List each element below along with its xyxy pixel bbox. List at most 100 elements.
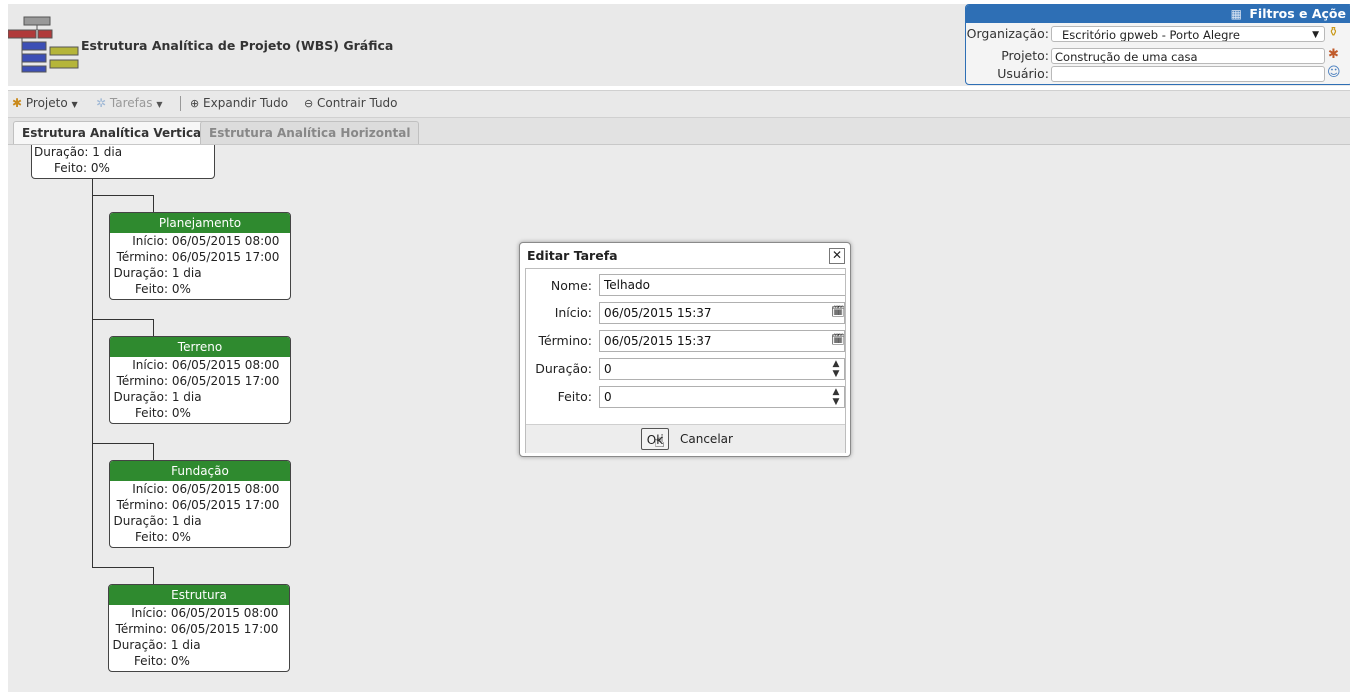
node-end-row: Término: 06/05/2015 17:00 — [109, 621, 289, 637]
connector-line — [153, 443, 154, 460]
start-date-value: 06/05/2015 15:37 — [604, 306, 712, 320]
duration-label: Duração: — [113, 390, 168, 404]
duration-label: Duração: — [113, 514, 168, 528]
duration-label: Duração: — [113, 266, 168, 280]
duration-label: Duração: — [34, 145, 89, 159]
end-value: 06/05/2015 17:00 — [170, 622, 279, 636]
calendar-icon[interactable]: 🗓 — [831, 305, 845, 319]
node-start-row: Início: 06/05/2015 08:00 — [110, 357, 290, 373]
root-duration-row: Duração: 1 dia — [34, 145, 122, 160]
project-icon: ✱ — [12, 96, 23, 110]
node-end-row: Término: 06/05/2015 17:00 — [110, 373, 290, 389]
connector-line — [92, 179, 93, 567]
done-label: Feito: — [133, 654, 167, 668]
connector-line — [153, 195, 154, 212]
done-label: Feito: — [134, 282, 168, 296]
tasks-icon: ✲ — [96, 96, 107, 110]
filters-header[interactable]: ▦ Filtros e Açõe — [966, 5, 1350, 23]
start-label: Início: — [132, 358, 168, 372]
tab-bar: Estrutura Analítica Vertical Estrutura A… — [8, 118, 1350, 145]
node-duration-row: Duração: 1 dia — [110, 389, 290, 405]
users-icon[interactable]: ☺ — [1327, 65, 1341, 80]
collapse-all-button[interactable]: ⊖ Contrair Tudo — [304, 96, 398, 110]
page-header: Estrutura Analítica de Projeto (WBS) Grá… — [8, 4, 1350, 86]
connector-line — [92, 443, 153, 444]
duration-value: 1 dia — [92, 145, 123, 159]
node-done-row: Feito: 0% — [110, 281, 290, 297]
collapse-all-label: Contrair Tudo — [317, 96, 398, 110]
node-start-row: Início: 06/05/2015 08:00 — [110, 233, 290, 249]
toolbar-divider — [180, 96, 181, 111]
start-date-input[interactable]: 06/05/2015 15:37 🗓 — [599, 302, 845, 324]
duration-label: Duração: — [112, 638, 167, 652]
cancel-button[interactable]: Cancelar — [680, 432, 733, 446]
chevron-down-icon: ▼ — [1312, 30, 1319, 40]
done-value: 0% — [170, 654, 190, 668]
tab-vertical-wbs[interactable]: Estrutura Analítica Vertical — [13, 121, 215, 144]
node-done-row: Feito: 0% — [110, 405, 290, 421]
wbs-root-node[interactable]: Duração: 1 dia Feito: 0% — [31, 145, 215, 179]
filters-icon: ▦ — [1230, 7, 1242, 21]
connector-line — [153, 319, 154, 336]
node-duration-row: Duração: 1 dia — [110, 513, 290, 529]
expand-icon: ⊕ — [190, 97, 200, 110]
node-title: Fundação — [110, 461, 290, 481]
tab-horizontal-wbs[interactable]: Estrutura Analítica Horizontal — [200, 121, 420, 144]
duration-value: 1 dia — [171, 390, 202, 404]
user-field[interactable] — [1051, 66, 1325, 82]
end-label: Término: — [115, 622, 167, 636]
collapse-icon: ⊖ — [304, 97, 314, 110]
root-done-row: Feito: 0% — [54, 160, 110, 176]
duration-input[interactable]: 0 ▲ ▼ — [599, 358, 845, 380]
duration-value: 1 dia — [171, 514, 202, 528]
user-label: Usuário: — [997, 66, 1049, 81]
start-value: 06/05/2015 08:00 — [171, 234, 280, 248]
done-label: Feito: — [54, 161, 88, 175]
toolbar: ✱ Projeto ▼ ✲ Tarefas ▼ ⊕ Expandir Tudo … — [8, 90, 1350, 118]
end-value: 06/05/2015 17:00 — [171, 374, 280, 388]
end-date-value: 06/05/2015 15:37 — [604, 334, 712, 348]
project-menu[interactable]: ✱ Projeto ▼ — [12, 96, 78, 110]
filters-title: Filtros e Açõe — [1249, 6, 1346, 21]
edit-task-dialog: Editar Tarefa ✕ Nome: Telhado Início: 06… — [519, 242, 851, 457]
done-value: 0 — [604, 390, 612, 404]
node-start-row: Início: 06/05/2015 08:00 — [109, 605, 289, 621]
done-label: Feito: — [134, 406, 168, 420]
start-value: 06/05/2015 08:00 — [171, 358, 280, 372]
project-picker-icon[interactable]: ✱ — [1328, 47, 1339, 62]
filter-funnel-icon[interactable]: ⚱ — [1328, 25, 1339, 40]
node-end-row: Término: 06/05/2015 17:00 — [110, 497, 290, 513]
end-value: 06/05/2015 17:00 — [171, 250, 280, 264]
wbs-node[interactable]: Estrutura Início: 06/05/2015 08:00 Térmi… — [108, 584, 290, 672]
organization-value: Escritório gpweb - Porto Alegre — [1062, 28, 1240, 42]
name-input[interactable]: Telhado — [599, 274, 845, 296]
close-icon[interactable]: ✕ — [829, 248, 845, 264]
calendar-icon[interactable]: 🗓 — [831, 333, 845, 347]
connector-line — [92, 319, 153, 320]
dialog-title: Editar Tarefa — [527, 248, 618, 263]
wbs-node[interactable]: Planejamento Início: 06/05/2015 08:00 Té… — [109, 212, 291, 300]
wbs-node[interactable]: Fundação Início: 06/05/2015 08:00 Términ… — [109, 460, 291, 548]
connector-line — [92, 567, 153, 568]
end-label: Término: — [116, 498, 168, 512]
node-start-row: Início: 06/05/2015 08:00 — [110, 481, 290, 497]
node-duration-row: Duração: 1 dia — [109, 637, 289, 653]
tasks-menu-label: Tarefas — [109, 96, 153, 110]
spinner-icon[interactable]: ▲ ▼ — [828, 387, 844, 407]
project-field[interactable]: Construção de uma casa — [1051, 48, 1325, 64]
end-value: 06/05/2015 17:00 — [171, 498, 280, 512]
tasks-menu[interactable]: ✲ Tarefas ▼ — [96, 96, 162, 110]
expand-all-button[interactable]: ⊕ Expandir Tudo — [190, 96, 288, 110]
spinner-icon[interactable]: ▲ ▼ — [828, 359, 844, 379]
start-value: 06/05/2015 08:00 — [171, 482, 280, 496]
end-date-input[interactable]: 06/05/2015 15:37 🗓 — [599, 330, 845, 352]
wbs-node[interactable]: Terreno Início: 06/05/2015 08:00 Término… — [109, 336, 291, 424]
duration-label: Duração: — [535, 361, 592, 376]
done-input[interactable]: 0 ▲ ▼ — [599, 386, 845, 408]
done-value: 0% — [171, 530, 191, 544]
node-title: Planejamento — [110, 213, 290, 233]
organization-select[interactable]: Escritório gpweb - Porto Alegre ▼ — [1051, 26, 1325, 42]
dialog-body: Nome: Telhado Início: 06/05/2015 15:37 🗓… — [525, 268, 846, 453]
node-done-row: Feito: 0% — [109, 653, 289, 669]
start-value: 06/05/2015 08:00 — [170, 606, 279, 620]
